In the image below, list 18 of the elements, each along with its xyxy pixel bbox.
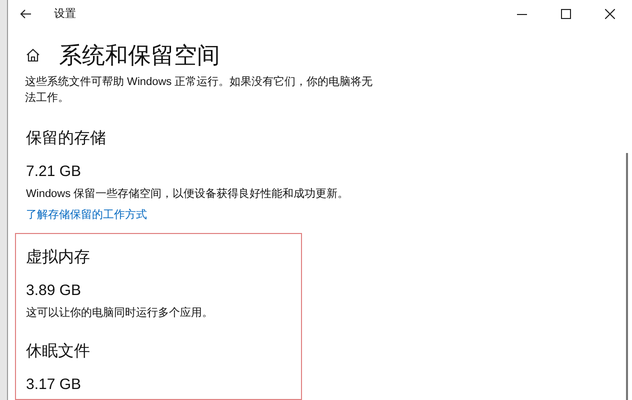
- learn-more-link[interactable]: 了解存储保留的工作方式: [26, 207, 147, 223]
- home-icon: [26, 48, 40, 62]
- page-description: 这些系统文件可帮助 Windows 正常运行。如果没有它们，你的电脑将无法工作。: [25, 74, 374, 106]
- home-button[interactable]: [25, 47, 41, 63]
- back-arrow-icon: [20, 9, 32, 19]
- page-title: 系统和保留空间: [59, 41, 220, 70]
- section-heading: 虚拟内存: [26, 248, 91, 268]
- scrollbar[interactable]: [626, 153, 628, 400]
- section-heading: 休眠文件: [26, 342, 91, 362]
- storage-size: 3.17 GB: [26, 375, 82, 395]
- storage-size: 7.21 GB: [26, 162, 82, 182]
- window-title: 设置: [54, 6, 76, 22]
- section-description: 这可以让你的电脑同时运行多个应用。: [26, 306, 214, 321]
- maximize-icon: [561, 9, 571, 19]
- close-icon: [605, 9, 615, 19]
- section-description: Windows 保留一些存储空间，以便设备获得良好性能和成功更新。: [26, 186, 350, 202]
- section-heading: 保留的存储: [26, 129, 107, 149]
- storage-size: 3.89 GB: [26, 281, 82, 301]
